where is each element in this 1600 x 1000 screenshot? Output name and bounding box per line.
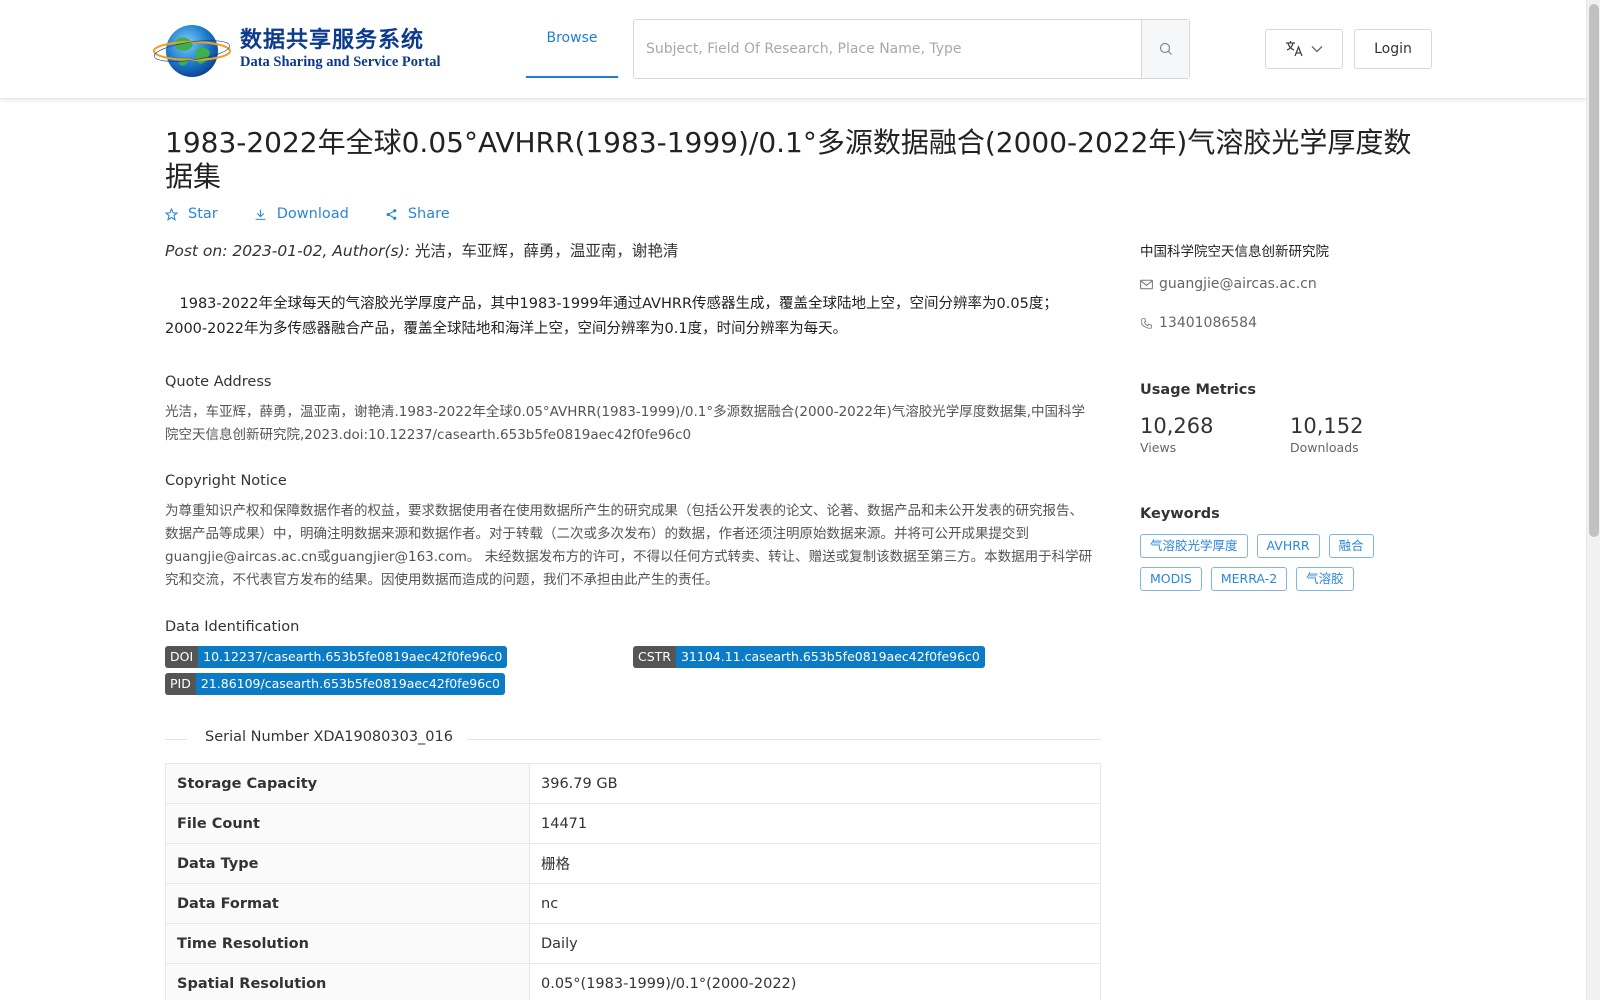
- keyword-tag[interactable]: MODIS: [1140, 567, 1202, 591]
- mail-icon: [1140, 279, 1153, 289]
- contact-phone: 13401086584: [1140, 315, 1257, 331]
- page-scrollbar[interactable]: [1586, 0, 1600, 1000]
- spec-key: Spatial Resolution: [165, 963, 530, 1000]
- pid-key: PID: [165, 673, 196, 695]
- spec-key: Data Type: [165, 843, 530, 884]
- table-row: Spatial Resolution 0.05°(1983-1999)/0.1°(…: [165, 963, 1101, 1000]
- language-switch-button[interactable]: [1265, 29, 1343, 69]
- serial-number-divider: Serial Number XDA19080303_016: [165, 729, 1101, 751]
- copyright-text: 为尊重知识产权和保障数据作者的权益，要求数据使用者在使用数据所产生的研究成果（包…: [165, 503, 1093, 588]
- search-bar: [633, 19, 1190, 79]
- dataset-title: 1983-2022年全球0.05°AVHRR(1983-1999)/0.1°多源…: [165, 126, 1412, 193]
- table-row: Data Type 栅格: [165, 843, 1101, 884]
- phone-text: 13401086584: [1159, 315, 1257, 331]
- quote-heading: Quote Address: [165, 374, 272, 390]
- keyword-tag[interactable]: 融合: [1328, 534, 1374, 558]
- spec-table: Storage Capacity 396.79 GB File Count 1447…: [165, 763, 1101, 1000]
- download-icon: [255, 209, 266, 220]
- pid-value: 21.86109/casearth.653b5fe0819aec42f0fe96…: [195, 673, 505, 695]
- table-row: Data Format nc: [165, 883, 1101, 924]
- downloads-count: 10,152: [1290, 414, 1364, 438]
- spec-value: 396.79 GB: [529, 763, 1101, 804]
- download-button[interactable]: Download: [254, 206, 349, 222]
- dataset-abstract: 1983-2022年全球每天的气溶胶光学厚度产品，其中1983-1999年通过A…: [165, 296, 1058, 337]
- doi-key: DOI: [165, 646, 199, 668]
- doi-value: 10.12237/casearth.653b5fe0819aec42f0fe96…: [198, 646, 508, 668]
- spec-key: Time Resolution: [165, 923, 530, 964]
- copyright-heading: Copyright Notice: [165, 473, 287, 489]
- views-count: 10,268: [1140, 414, 1214, 438]
- share-icon: [386, 208, 397, 220]
- keyword-tag[interactable]: AVHRR: [1256, 534, 1320, 558]
- chevron-down-icon: [1311, 46, 1323, 53]
- spec-key: Data Format: [165, 883, 530, 924]
- downloads-label: Downloads: [1290, 440, 1359, 455]
- dataset-actions: Star Download Share: [165, 206, 450, 222]
- post-info: Post on: 2023-01-02, Author(s): 光洁，车亚辉，薛…: [165, 239, 678, 261]
- nav-browse-tab[interactable]: Browse: [526, 0, 618, 78]
- search-input[interactable]: [634, 20, 1141, 78]
- views-label: Views: [1140, 440, 1177, 455]
- translate-icon: [1286, 41, 1303, 57]
- spec-value: 栅格: [529, 843, 1101, 884]
- divider-line-right: [467, 739, 1101, 740]
- top-header: 数据共享服务系统 Data Sharing and Service Portal…: [0, 0, 1586, 99]
- share-label: Share: [407, 206, 450, 222]
- star-icon: [165, 207, 178, 221]
- download-label: Download: [276, 206, 349, 222]
- spec-value: Daily: [529, 923, 1101, 964]
- cstr-value: 31104.11.casearth.653b5fe0819aec42f0fe96…: [675, 646, 985, 668]
- keyword-list: 气溶胶光学厚度 AVHRR 融合 MODIS MERRA-2 气溶胶: [1140, 534, 1440, 591]
- spec-key: Storage Capacity: [165, 763, 530, 804]
- spec-value: 0.05°(1983-1999)/0.1°(2000-2022): [529, 963, 1101, 1000]
- table-row: File Count 14471: [165, 803, 1101, 844]
- keyword-tag[interactable]: 气溶胶光学厚度: [1140, 534, 1248, 558]
- table-row: Time Resolution Daily: [165, 923, 1101, 964]
- share-button[interactable]: Share: [385, 206, 450, 222]
- serial-number: Serial Number XDA19080303_016: [205, 729, 453, 745]
- star-button[interactable]: Star: [165, 206, 218, 222]
- keyword-tag[interactable]: MERRA-2: [1210, 567, 1288, 591]
- spec-value: nc: [529, 883, 1101, 924]
- logo-title-cn: 数据共享服务系统: [240, 27, 425, 53]
- login-button[interactable]: Login: [1354, 29, 1432, 69]
- quote-text: 光洁，车亚辉，薛勇，温亚南，谢艳清.1983-2022年全球0.05°AVHRR…: [165, 404, 1085, 443]
- publisher-org: 中国科学院空天信息创新研究院: [1140, 244, 1329, 260]
- keyword-tag[interactable]: 气溶胶: [1296, 567, 1354, 591]
- usage-metrics-heading: Usage Metrics: [1140, 382, 1256, 398]
- phone-icon: [1141, 317, 1152, 329]
- contact-email[interactable]: guangjie@aircas.ac.cn: [1140, 276, 1317, 292]
- star-label: Star: [188, 206, 218, 222]
- cstr-badge[interactable]: CSTR 31104.11.casearth.653b5fe0819aec42f…: [633, 646, 985, 668]
- search-icon: [1159, 42, 1172, 55]
- search-button[interactable]: [1141, 20, 1189, 78]
- keywords-heading: Keywords: [1140, 506, 1220, 522]
- post-date-prefix: Post on: 2023-01-02, Author(s):: [165, 242, 415, 260]
- logo-title-en: Data Sharing and Service Portal: [240, 54, 441, 70]
- table-row: Storage Capacity 396.79 GB: [165, 763, 1101, 804]
- site-logo[interactable]: 数据共享服务系统 Data Sharing and Service Portal: [152, 20, 442, 80]
- globe-logo-icon: [153, 25, 231, 77]
- spec-key: File Count: [165, 803, 530, 844]
- divider-line-left: [165, 739, 187, 740]
- pid-badge[interactable]: PID 21.86109/casearth.653b5fe0819aec42f0…: [165, 673, 505, 695]
- scrollbar-thumb[interactable]: [1589, 4, 1599, 537]
- views-metric: 10,268 Views: [1140, 414, 1213, 455]
- identification-heading: Data Identification: [165, 619, 300, 635]
- author-list: 光洁，车亚辉，薛勇，温亚南，谢艳清: [414, 242, 679, 260]
- downloads-metric: 10,152 Downloads: [1290, 414, 1363, 455]
- spec-value: 14471: [529, 803, 1101, 844]
- email-text: guangjie@aircas.ac.cn: [1159, 276, 1317, 292]
- cstr-key: CSTR: [633, 646, 676, 668]
- doi-badge[interactable]: DOI 10.12237/casearth.653b5fe0819aec42f0…: [165, 646, 508, 668]
